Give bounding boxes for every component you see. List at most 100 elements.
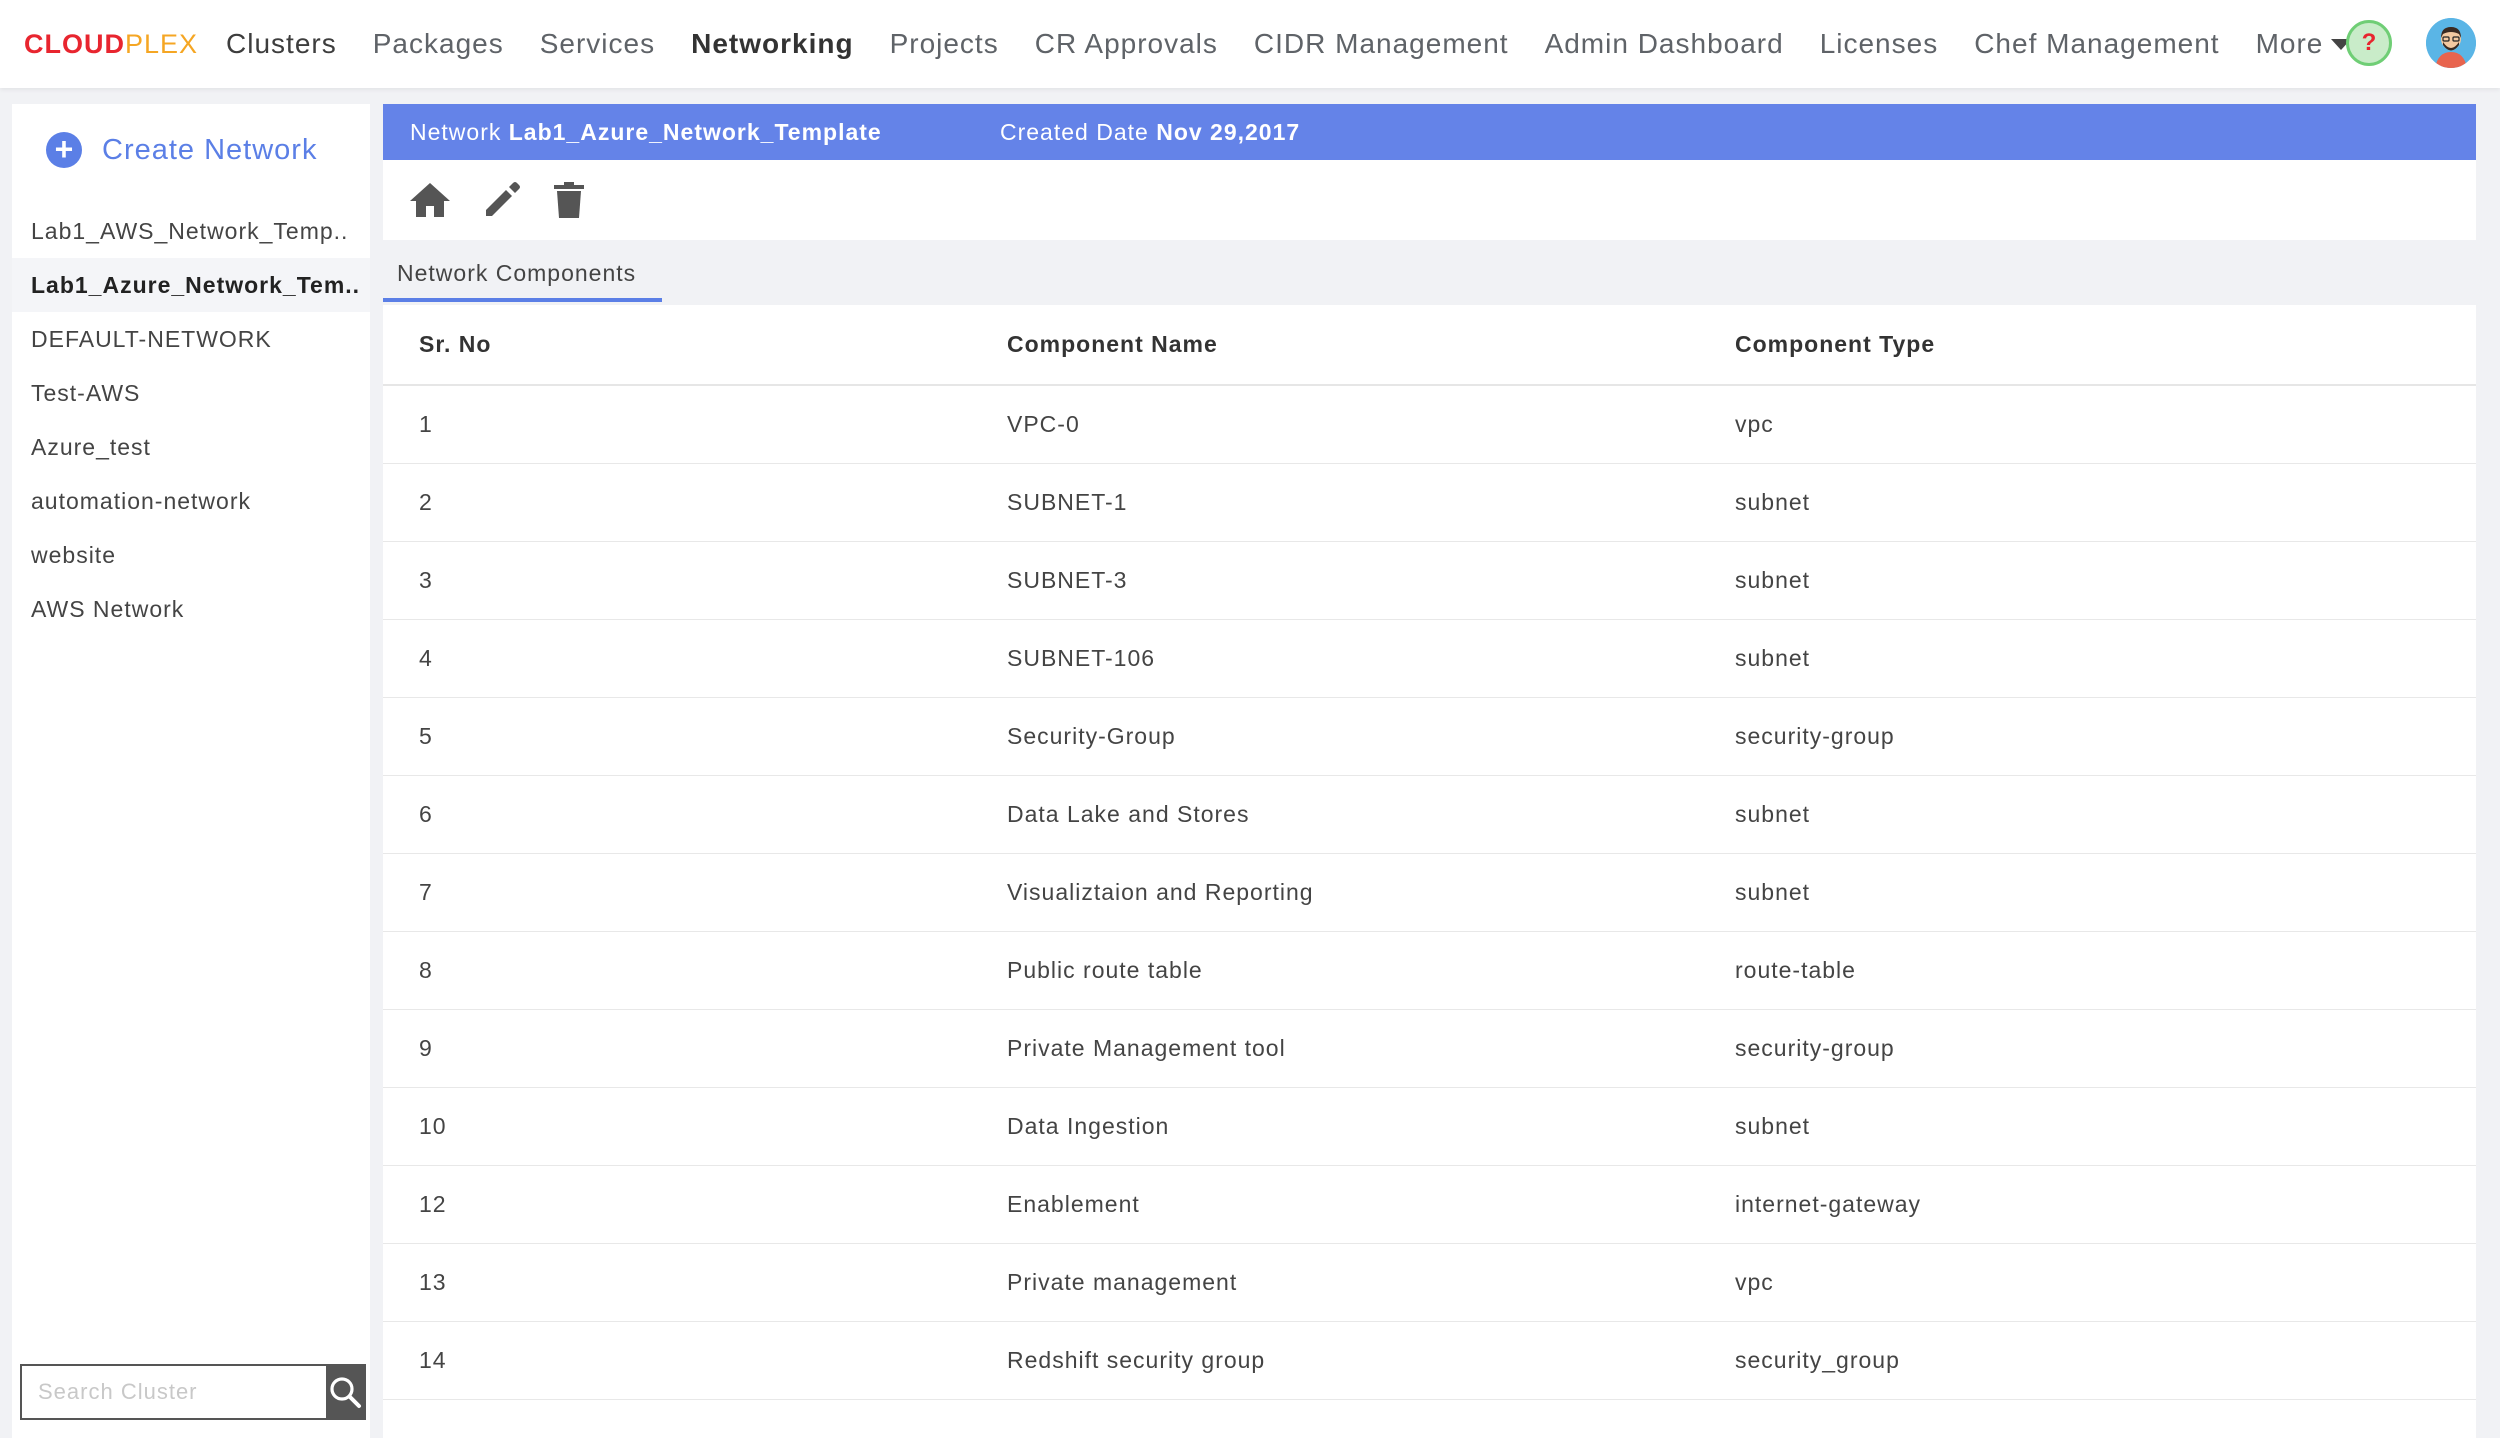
table-row[interactable]: 14 Redshift security group security_group [383,1321,2476,1400]
help-glyph: ? [2361,29,2377,56]
cell-component-type: vpc [1735,385,2476,464]
sidebar-network-item[interactable]: website [12,528,370,582]
cell-sr-no: 10 [383,1087,1007,1166]
nav-menu: Clusters Packages Services Networking Projec… [226,28,2387,60]
created-label: Created Date [1000,118,1149,145]
tab-network-components[interactable]: Network Components [383,248,663,302]
cell-component-type: vpc [1735,1243,2476,1322]
col-sr-no: Sr. No [383,305,1007,386]
user-avatar-icon[interactable] [2426,18,2476,68]
cell-component-name: SUBNET-106 [1007,619,1735,698]
create-network-button[interactable]: + Create Network [46,132,317,168]
sidebar-network-item[interactable]: AWS Network [12,582,370,636]
table-row[interactable]: 13 Private management vpc [383,1243,2476,1322]
cell-sr-no: 5 [383,697,1007,776]
nav-item-packages[interactable]: Packages [373,28,504,60]
cell-component-name: Redshift security group [1007,1321,1735,1400]
col-component-name: Component Name [1007,305,1735,386]
cell-component-name: Enablement [1007,1165,1735,1244]
cell-component-type: subnet [1735,853,2476,932]
nav-item-projects[interactable]: Projects [890,28,999,60]
sidebar-network-item[interactable]: automation-network [12,474,370,528]
sidebar-network-item[interactable]: DEFAULT-NETWORK [12,312,370,366]
sidebar-network-item[interactable]: Test-AWS [12,366,370,420]
search-button[interactable] [326,1366,364,1418]
nav-item-licenses[interactable]: Licenses [1820,28,1939,60]
nav-item-admin-dashboard[interactable]: Admin Dashboard [1545,28,1784,60]
network-list: Lab1_AWS_Network_Temp.. Lab1_Azure_Networ… [12,204,370,636]
table-row[interactable]: 6 Data Lake and Stores subnet [383,775,2476,854]
cell-component-type: security_group [1735,1321,2476,1400]
cell-component-type: subnet [1735,619,2476,698]
table-row[interactable]: 3 SUBNET-3 subnet [383,541,2476,620]
table-row[interactable]: 2 SUBNET-1 subnet [383,463,2476,542]
sidebar-network-item[interactable]: Lab1_Azure_Network_Tem.. [12,258,370,312]
cell-component-name: VPC-0 [1007,385,1735,464]
help-icon[interactable]: ? [2346,20,2392,66]
table-row[interactable]: 4 SUBNET-106 subnet [383,619,2476,698]
cell-sr-no: 9 [383,1009,1007,1088]
delete-button[interactable] [553,181,585,219]
cell-sr-no: 3 [383,541,1007,620]
cell-component-type: subnet [1735,463,2476,542]
network-sidebar: + Create Network Lab1_AWS_Network_Temp..… [12,104,370,1438]
cell-component-name: Public route table [1007,931,1735,1010]
table-row[interactable]: 7 Visualiztaion and Reporting subnet [383,853,2476,932]
table-row[interactable]: 12 Enablement internet-gateway [383,1165,2476,1244]
plus-icon: + [46,132,82,168]
nav-item-networking[interactable]: Networking [691,28,853,60]
created-date: Nov 29,2017 [1156,118,1301,145]
table-row[interactable]: 8 Public route table route-table [383,931,2476,1010]
cell-sr-no: 1 [383,385,1007,464]
nav-more-label: More [2255,28,2324,59]
components-table: Sr. No Component Name Component Type 1 VP… [383,305,2476,1400]
search-cluster-box [20,1364,366,1420]
home-button[interactable] [409,181,451,219]
table-row[interactable]: 1 VPC-0 vpc [383,385,2476,464]
delete-icon [554,182,584,218]
nav-item-services[interactable]: Services [540,28,655,60]
nav-item-cr-approvals[interactable]: CR Approvals [1035,28,1218,60]
cell-component-name: Data Ingestion [1007,1087,1735,1166]
logo-part2: PLEX [125,28,199,59]
nav-item-cidr-management[interactable]: CIDR Management [1254,28,1509,60]
cell-sr-no: 4 [383,619,1007,698]
table-row[interactable]: 5 Security-Group security-group [383,697,2476,776]
cell-sr-no: 8 [383,931,1007,1010]
cell-sr-no: 13 [383,1243,1007,1322]
tab-bar: Network Components [383,248,663,302]
cell-component-type: internet-gateway [1735,1165,2476,1244]
cell-component-type: route-table [1735,931,2476,1010]
sidebar-network-item[interactable]: Lab1_AWS_Network_Temp.. [12,204,370,258]
avatar-figure [2426,18,2476,68]
logo-part1: CLOUD [24,28,125,59]
cell-component-type: subnet [1735,1087,2476,1166]
table-row[interactable]: 9 Private Management tool security-group [383,1009,2476,1088]
cell-component-name: Private Management tool [1007,1009,1735,1088]
cell-component-type: subnet [1735,541,2476,620]
col-component-type: Component Type [1735,305,2476,386]
cloudplex-logo[interactable]: CLOUD PLEX [24,29,198,60]
edit-button[interactable] [483,181,521,219]
cell-component-type: subnet [1735,775,2476,854]
created-info: Created Date Nov 29,2017 [1000,119,1300,146]
cell-sr-no: 12 [383,1165,1007,1244]
cell-component-name: Security-Group [1007,697,1735,776]
nav-more-dropdown[interactable]: More [2256,28,2352,60]
cell-sr-no: 2 [383,463,1007,542]
top-navbar: CLOUD PLEX Clusters Packages Services Networ… [0,0,2500,88]
sidebar-network-item[interactable]: Azure_test [12,420,370,474]
cell-sr-no: 14 [383,1321,1007,1400]
cell-component-name: SUBNET-3 [1007,541,1735,620]
search-cluster-input[interactable] [22,1366,326,1418]
nav-item-chef-management[interactable]: Chef Management [1974,28,2219,60]
cell-sr-no: 6 [383,775,1007,854]
cell-component-name: SUBNET-1 [1007,463,1735,542]
network-name: Lab1_Azure_Network_Template [508,118,882,145]
network-header-bar: Network Lab1_Azure_Network_Template Crea… [383,104,2476,160]
table-row[interactable]: 10 Data Ingestion subnet [383,1087,2476,1166]
nav-item-clusters[interactable]: Clusters [226,28,337,60]
cell-component-name: Private management [1007,1243,1735,1322]
cell-component-type: security-group [1735,697,2476,776]
search-icon [330,1377,361,1408]
